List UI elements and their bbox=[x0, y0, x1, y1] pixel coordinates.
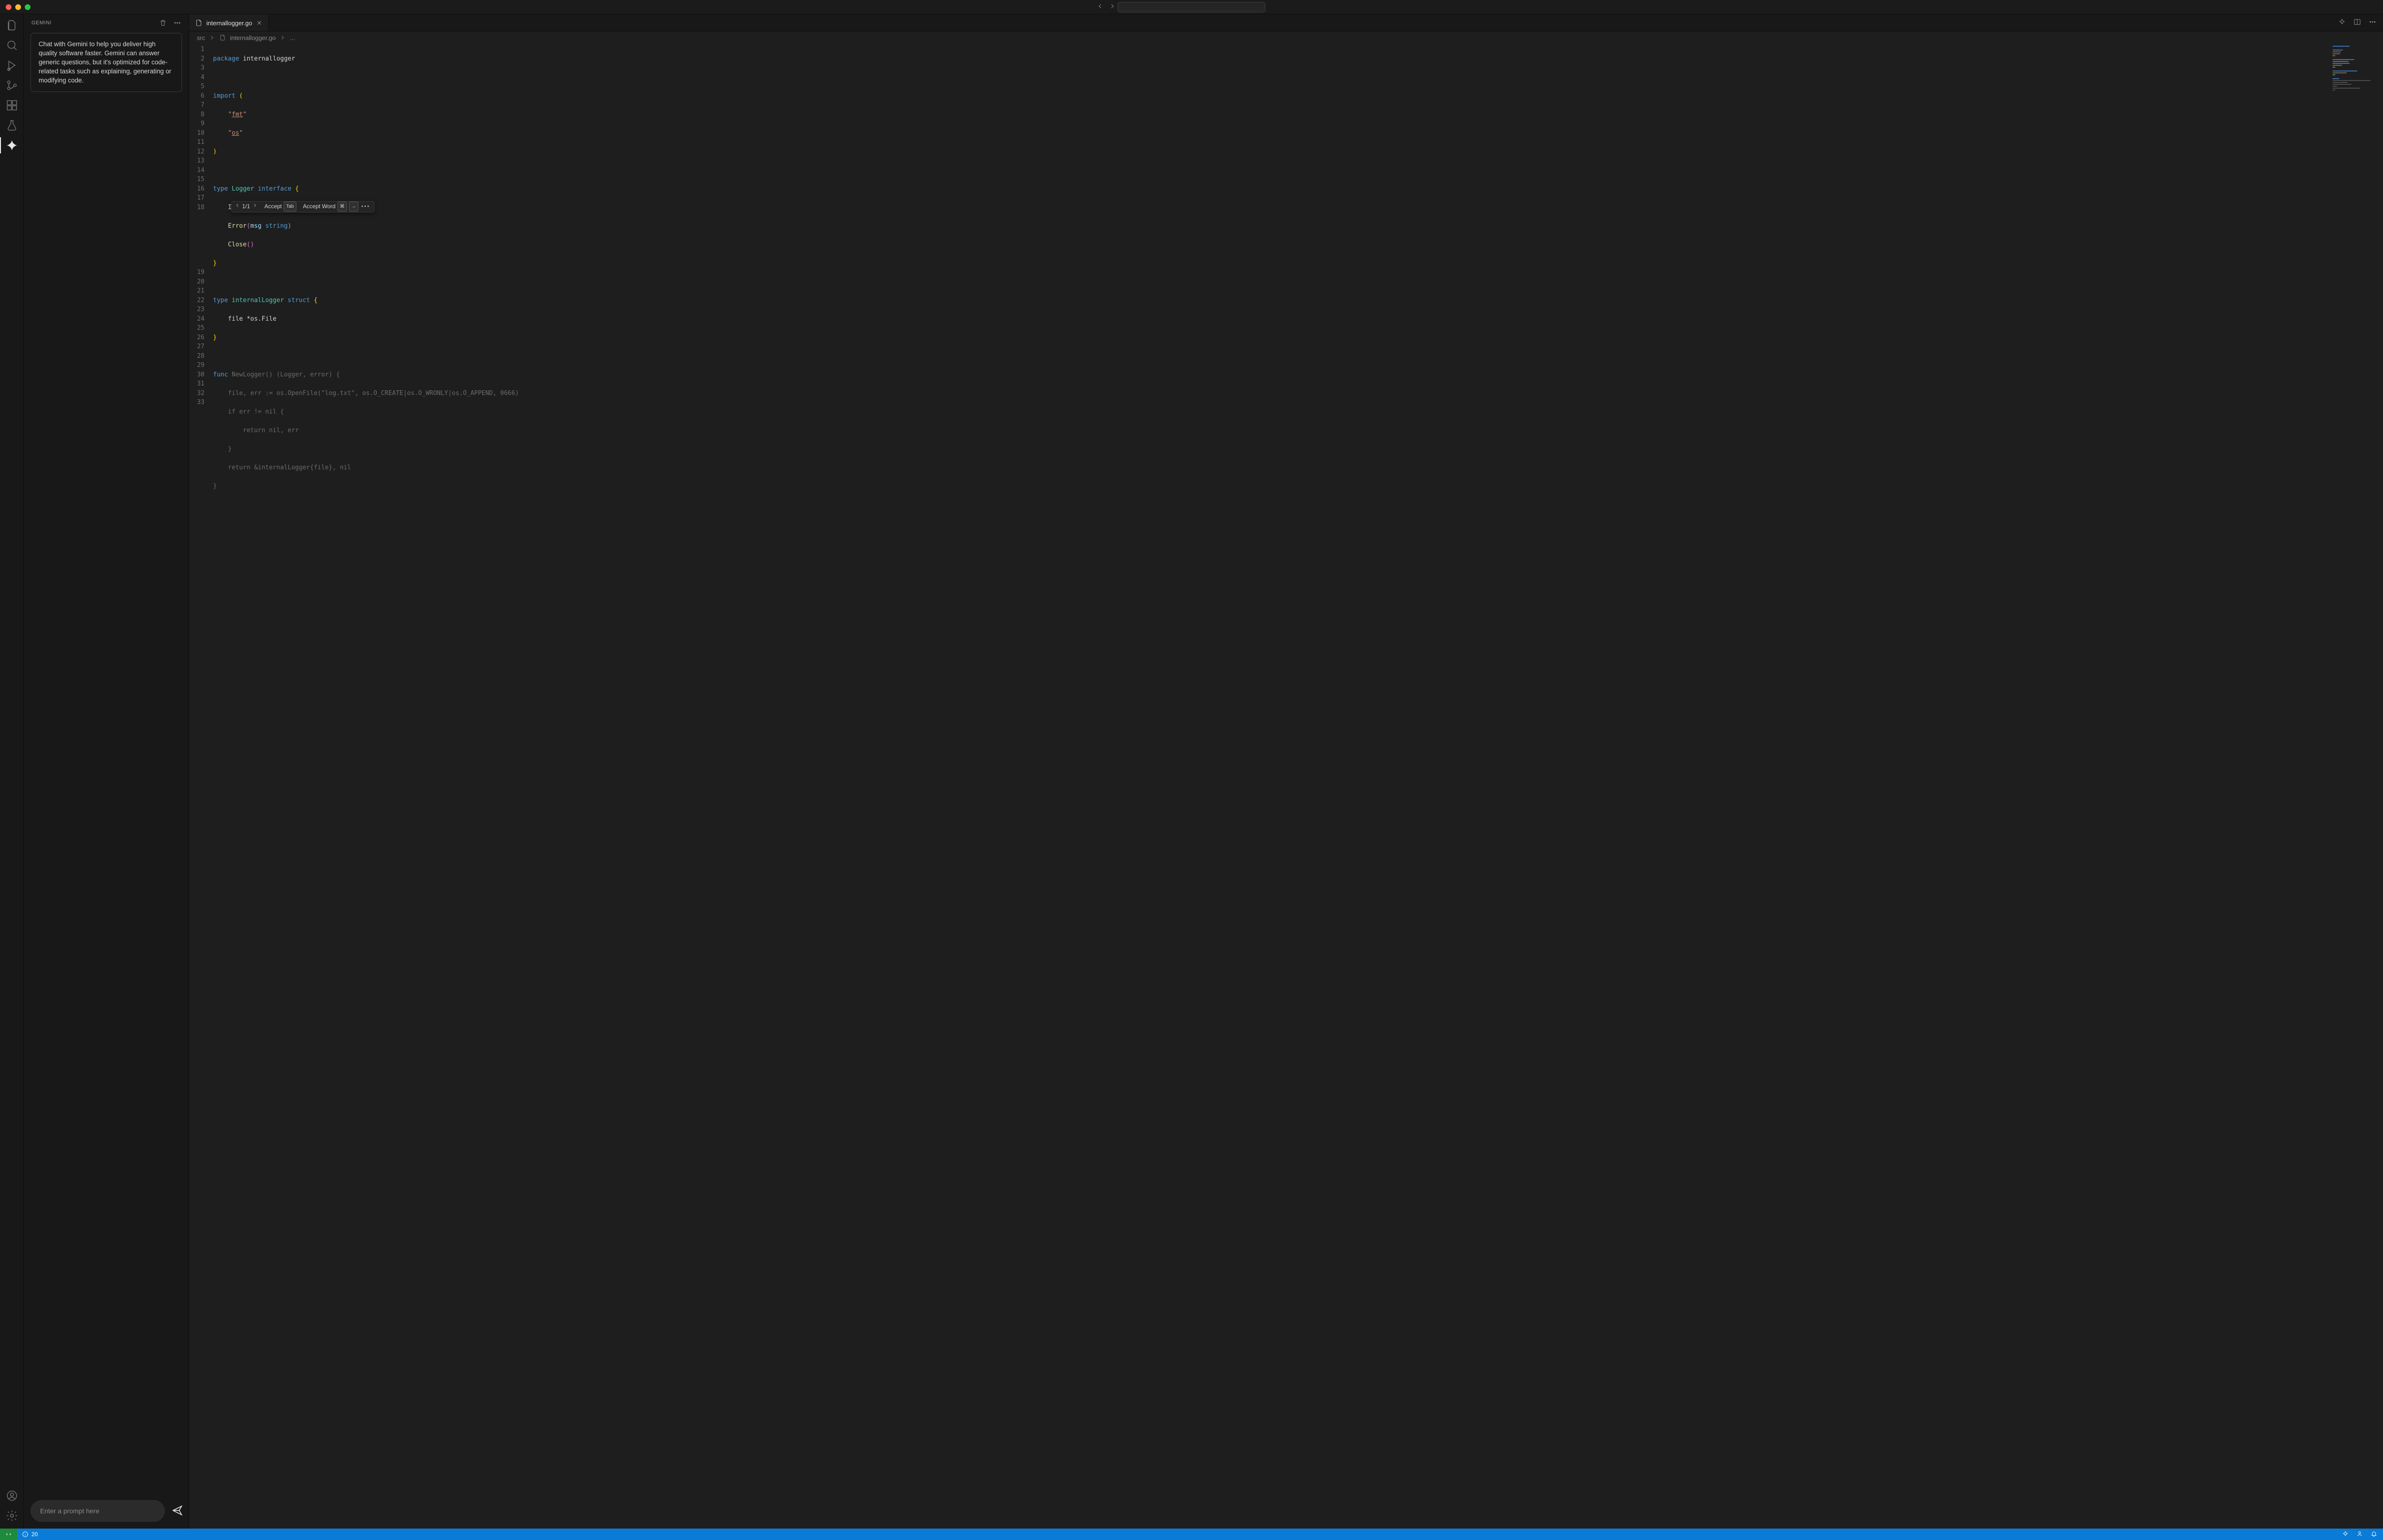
activity-bar bbox=[0, 14, 24, 1529]
gemini-intro-card: Chat with Gemini to help you deliver hig… bbox=[31, 33, 182, 92]
accept-word-key1: ⌘ bbox=[337, 202, 347, 212]
remote-indicator[interactable] bbox=[0, 1529, 17, 1540]
accept-word-label[interactable]: Accept Word bbox=[303, 202, 336, 212]
split-editor-icon[interactable] bbox=[2353, 18, 2361, 27]
breadcrumb-src[interactable]: src bbox=[197, 34, 205, 41]
file-icon bbox=[219, 34, 226, 41]
prompt-input[interactable] bbox=[31, 1500, 165, 1522]
side-panel-header: GEMINI bbox=[24, 14, 189, 31]
send-button[interactable] bbox=[172, 1505, 183, 1518]
tab-internallogger[interactable]: internallogger.go bbox=[189, 14, 269, 31]
breadcrumb-more[interactable]: ... bbox=[290, 34, 295, 41]
run-debug-icon[interactable] bbox=[6, 59, 18, 71]
back-button[interactable] bbox=[1096, 2, 1104, 11]
accept-word-key2: → bbox=[349, 202, 358, 212]
inline-suggestion-toolbar[interactable]: 1/1 Accept Tab Accept Word ⌘ → ••• bbox=[231, 201, 375, 213]
prev-suggestion-icon[interactable] bbox=[234, 202, 240, 212]
source-control-icon[interactable] bbox=[6, 79, 18, 91]
status-bar: 20 bbox=[0, 1529, 2383, 1540]
window-controls bbox=[0, 4, 31, 10]
breadcrumb-file[interactable]: internallogger.go bbox=[230, 34, 275, 41]
close-window-button[interactable] bbox=[6, 4, 11, 10]
more-icon[interactable] bbox=[173, 19, 181, 27]
next-suggestion-icon[interactable] bbox=[252, 202, 258, 212]
tab-actions bbox=[2338, 14, 2383, 31]
minimize-window-button[interactable] bbox=[15, 4, 21, 10]
history-nav bbox=[1096, 2, 1116, 11]
testing-icon[interactable] bbox=[6, 119, 18, 132]
accept-label[interactable]: Accept bbox=[265, 202, 282, 212]
more-actions-icon[interactable] bbox=[2369, 18, 2376, 27]
settings-gear-icon[interactable] bbox=[6, 1510, 18, 1522]
command-center-search[interactable] bbox=[1118, 2, 1265, 12]
ai-sparkle-icon[interactable] bbox=[2338, 18, 2346, 27]
accept-key: Tab bbox=[284, 202, 296, 212]
editor-tabs: internallogger.go bbox=[189, 14, 2383, 31]
more-icon[interactable]: ••• bbox=[360, 202, 371, 212]
info-icon bbox=[22, 1531, 29, 1538]
close-tab-icon[interactable] bbox=[256, 20, 263, 26]
title-bar bbox=[0, 0, 2383, 14]
maximize-window-button[interactable] bbox=[25, 4, 31, 10]
gemini-side-panel: GEMINI Chat with Gemini to help you deli… bbox=[24, 14, 189, 1529]
side-panel-title: GEMINI bbox=[31, 20, 51, 26]
problems-count: 20 bbox=[31, 1531, 38, 1538]
code-area[interactable]: package internallogger import ( "fmt" "o… bbox=[213, 44, 2383, 1529]
accounts-icon[interactable] bbox=[6, 1489, 18, 1502]
trash-icon[interactable] bbox=[159, 19, 167, 27]
go-file-icon bbox=[195, 19, 203, 27]
chevron-right-icon bbox=[279, 34, 286, 41]
forward-button[interactable] bbox=[1109, 2, 1116, 11]
explorer-icon[interactable] bbox=[6, 19, 18, 31]
breadcrumb[interactable]: src internallogger.go ... bbox=[189, 31, 2383, 44]
search-icon[interactable] bbox=[6, 39, 18, 51]
chevron-right-icon bbox=[209, 34, 215, 41]
line-number-gutter: 1234567891011121314151617181920212223242… bbox=[189, 44, 213, 1529]
prompt-row bbox=[24, 1500, 189, 1529]
editor-group: internallogger.go src internallogger.go … bbox=[189, 14, 2383, 1529]
gemini-icon[interactable] bbox=[6, 139, 18, 152]
status-account-icon[interactable] bbox=[2356, 1530, 2363, 1539]
editor-body[interactable]: 1234567891011121314151617181920212223242… bbox=[189, 44, 2383, 1529]
tab-filename: internallogger.go bbox=[206, 20, 252, 27]
extensions-icon[interactable] bbox=[6, 99, 18, 111]
status-sparkle-icon[interactable] bbox=[2342, 1530, 2349, 1539]
suggestion-counter: 1/1 bbox=[242, 202, 250, 212]
notifications-bell-icon[interactable] bbox=[2371, 1530, 2377, 1539]
problems-indicator[interactable]: 20 bbox=[17, 1531, 42, 1538]
